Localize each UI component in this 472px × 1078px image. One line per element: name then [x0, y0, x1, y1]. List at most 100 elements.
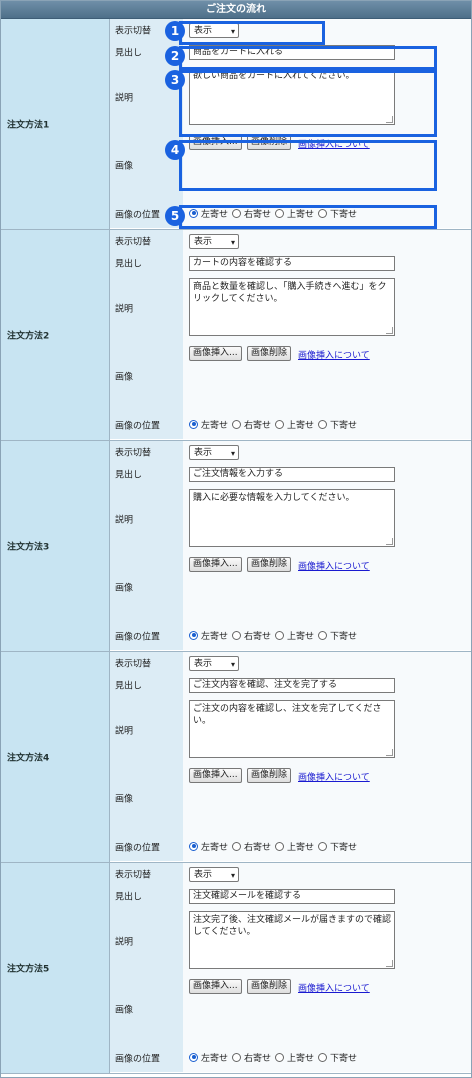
- position-radio-label: 上寄せ: [287, 209, 315, 220]
- position-radio[interactable]: 右寄せ: [232, 629, 271, 642]
- row-position: 画像の位置 左寄せ 右寄せ 上寄せ 下寄せ: [110, 832, 471, 862]
- row-display: 表示切替 表示 ▾: [110, 652, 471, 675]
- position-radio[interactable]: 左寄せ: [189, 1051, 228, 1064]
- position-radio[interactable]: 下寄せ: [318, 840, 357, 853]
- description-textarea[interactable]: 注文完了後、注文確認メールが届きますので確認してください。: [189, 911, 395, 969]
- radio-circle-icon: [232, 630, 242, 640]
- position-radio[interactable]: 右寄せ: [232, 418, 271, 431]
- position-radio[interactable]: 下寄せ: [318, 629, 357, 642]
- insert-image-button[interactable]: 画像挿入...: [189, 346, 242, 361]
- row-label-cell: 画像: [110, 553, 183, 621]
- row-label: 画像の位置: [115, 632, 161, 642]
- about-image-insert-link[interactable]: 画像挿入について: [298, 348, 370, 361]
- heading-input[interactable]: カートの内容を確認する: [189, 256, 395, 271]
- row-heading: 見出し 商品をカートに入れる: [110, 41, 471, 64]
- heading-input[interactable]: ご注文情報を入力する: [189, 467, 395, 482]
- resize-grip-icon[interactable]: [386, 116, 393, 123]
- display-select[interactable]: 表示 ▾: [189, 23, 239, 38]
- delete-image-button[interactable]: 画像削除: [247, 768, 292, 783]
- description-textarea[interactable]: 欲しい商品をカートに入れてください。: [189, 67, 395, 125]
- radio-circle-icon: [232, 208, 242, 218]
- position-radio[interactable]: 右寄せ: [232, 1051, 271, 1064]
- position-radio[interactable]: 左寄せ: [189, 629, 228, 642]
- row-label-cell: 画像: [110, 975, 183, 1043]
- about-image-insert-link[interactable]: 画像挿入について: [298, 559, 370, 572]
- position-radio[interactable]: 左寄せ: [189, 418, 228, 431]
- position-radio[interactable]: 右寄せ: [232, 207, 271, 220]
- delete-image-button[interactable]: 画像削除: [247, 557, 292, 572]
- display-select[interactable]: 表示 ▾: [189, 445, 239, 460]
- row-label-cell: 画像の位置: [110, 621, 183, 650]
- row-image: 画像 画像挿入... 画像削除 画像挿入について: [110, 342, 471, 411]
- position-radio-label: 左寄せ: [201, 209, 229, 220]
- position-radio-label: 左寄せ: [201, 1053, 229, 1064]
- heading-input[interactable]: ご注文内容を確認、注文を完了する: [189, 678, 395, 693]
- callout-badge-2: 2: [165, 46, 185, 66]
- description-textarea[interactable]: 購入に必要な情報を入力してください。: [189, 489, 395, 547]
- heading-input[interactable]: 商品をカートに入れる: [189, 45, 395, 60]
- position-radio[interactable]: 上寄せ: [275, 418, 314, 431]
- delete-image-button[interactable]: 画像削除: [247, 346, 292, 361]
- heading-input[interactable]: 注文確認メールを確認する: [189, 889, 395, 904]
- position-radio[interactable]: 左寄せ: [189, 207, 228, 220]
- row-label-cell: 見出し: [110, 252, 183, 274]
- display-select[interactable]: 表示 ▾: [189, 234, 239, 249]
- order-flow-panel: ご注文の流れ 注文方法1 表示切替 表示 ▾ 見出し 商品をカートに入れる 説明 欲しい商品を…: [0, 0, 472, 1078]
- row-label-cell: 画像の位置: [110, 832, 183, 861]
- row-label: 画像: [115, 372, 134, 383]
- position-radio[interactable]: 上寄せ: [275, 840, 314, 853]
- description-textarea[interactable]: 商品と数量を確認し、「購入手続きへ進む」をクリックしてください。: [189, 278, 395, 336]
- row-label: 表示切替: [115, 659, 152, 670]
- row-label: 画像: [115, 583, 134, 594]
- row-label: 画像の位置: [115, 421, 161, 431]
- insert-image-button[interactable]: 画像挿入...: [189, 557, 242, 572]
- resize-grip-icon[interactable]: [386, 327, 393, 334]
- resize-grip-icon[interactable]: [386, 538, 393, 545]
- position-radio-label: 右寄せ: [244, 420, 272, 431]
- position-radio[interactable]: 下寄せ: [318, 418, 357, 431]
- position-radio[interactable]: 下寄せ: [318, 1051, 357, 1064]
- row-label: 説明: [115, 937, 134, 948]
- about-image-insert-link[interactable]: 画像挿入について: [298, 981, 370, 994]
- radio-circle-icon: [232, 419, 242, 429]
- display-select[interactable]: 表示 ▾: [189, 656, 239, 671]
- resize-grip-icon[interactable]: [386, 749, 393, 756]
- insert-image-button[interactable]: 画像挿入...: [189, 768, 242, 783]
- row-value-cell: 左寄せ 右寄せ 上寄せ 下寄せ: [183, 832, 471, 861]
- row-display: 表示切替 表示 ▾: [110, 863, 471, 886]
- row-value-cell: 注文完了後、注文確認メールが届きますので確認してください。: [183, 907, 471, 975]
- display-select-value: 表示: [194, 26, 213, 36]
- row-description: 説明 商品と数量を確認し、「購入手続きへ進む」をクリックしてください。: [110, 274, 471, 343]
- row-position: 画像の位置 左寄せ 右寄せ 上寄せ 下寄せ: [110, 1043, 471, 1073]
- insert-image-button[interactable]: 画像挿入...: [189, 135, 242, 150]
- position-radio[interactable]: 上寄せ: [275, 629, 314, 642]
- position-radio[interactable]: 下寄せ: [318, 207, 357, 220]
- position-radio-label: 右寄せ: [244, 209, 272, 220]
- row-value-cell: 表示 ▾: [183, 652, 471, 674]
- section-label: 注文方法3: [7, 542, 50, 553]
- radio-circle-icon: [275, 1052, 285, 1062]
- about-image-insert-link[interactable]: 画像挿入について: [298, 137, 370, 150]
- radio-circle-icon: [318, 419, 328, 429]
- resize-grip-icon[interactable]: [386, 960, 393, 967]
- position-radio-label: 下寄せ: [330, 209, 358, 220]
- row-label: 画像: [115, 161, 134, 172]
- image-position-radio-group: 左寄せ 右寄せ 上寄せ 下寄せ: [189, 1051, 361, 1065]
- position-radio[interactable]: 上寄せ: [275, 207, 314, 220]
- delete-image-button[interactable]: 画像削除: [247, 979, 292, 994]
- insert-image-button[interactable]: 画像挿入...: [189, 979, 242, 994]
- row-value-cell: 表示 ▾: [183, 19, 471, 41]
- row-label: 表示切替: [115, 26, 152, 37]
- row-label: 画像の位置: [115, 210, 161, 220]
- row-image: 画像 画像挿入... 画像削除 画像挿入について: [110, 553, 471, 622]
- display-select-value: 表示: [194, 448, 213, 458]
- position-radio[interactable]: 上寄せ: [275, 1051, 314, 1064]
- position-radio[interactable]: 左寄せ: [189, 840, 228, 853]
- position-radio[interactable]: 右寄せ: [232, 840, 271, 853]
- display-select-value: 表示: [194, 237, 213, 247]
- row-label-cell: 画像の位置: [110, 410, 183, 439]
- delete-image-button[interactable]: 画像削除: [247, 135, 292, 150]
- display-select[interactable]: 表示 ▾: [189, 867, 239, 882]
- about-image-insert-link[interactable]: 画像挿入について: [298, 770, 370, 783]
- description-textarea[interactable]: ご注文の内容を確認し、注文を完了してください。: [189, 700, 395, 758]
